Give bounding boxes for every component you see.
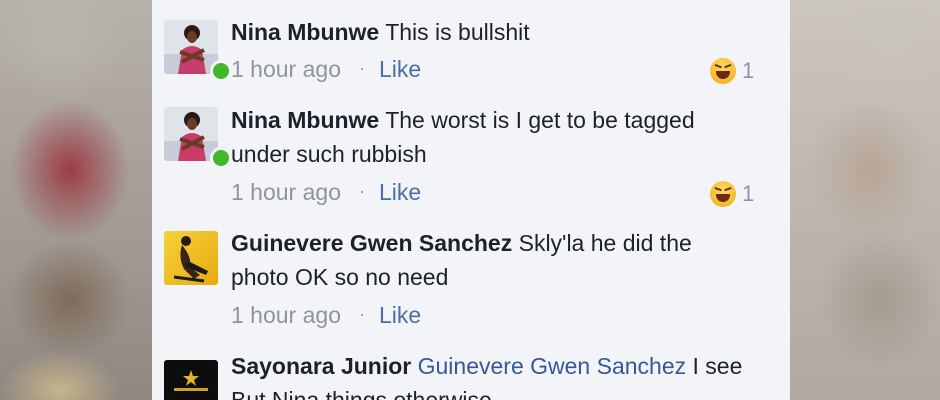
meta-separator: · [358,181,365,201]
mention-link[interactable]: Guinevere Gwen Sanchez [418,353,687,379]
comment-body: Nina Mbunwe This is bullshit [231,15,751,49]
comment-meta: 1 hour ago · Like [231,179,421,206]
comment-timestamp[interactable]: 1 hour ago [231,56,341,82]
avatar-image [164,231,218,285]
reaction-summary[interactable]: 1 [710,57,754,87]
online-status-dot [210,147,232,169]
avatar-image [164,360,218,400]
like-button[interactable]: Like [379,179,421,205]
blurred-background-left [0,0,152,400]
comment-meta: 1 hour ago · Like [231,302,421,329]
meta-separator: · [358,58,365,78]
meta-separator: · [358,304,365,324]
avatar[interactable] [164,360,218,400]
avatar[interactable] [164,231,218,285]
comment-author[interactable]: Nina Mbunwe [231,19,379,45]
reaction-summary[interactable]: 1 [710,180,754,210]
reaction-count: 1 [742,181,755,207]
avatar[interactable] [164,107,232,169]
online-status-dot [210,60,232,82]
comment-timestamp[interactable]: 1 hour ago [231,179,341,205]
comment-body: Sayonara Junior Guinevere Gwen Sanchez I… [231,349,751,400]
comment-body: Nina Mbunwe The worst is I get to be tag… [231,103,751,171]
laughing-emoji-icon [710,58,736,85]
comment-author[interactable]: Guinevere Gwen Sanchez [231,230,512,256]
comment-body: Guinevere Gwen Sanchez Skly'la he did th… [231,226,751,294]
like-button[interactable]: Like [379,56,421,82]
like-button[interactable]: Like [379,302,421,328]
blurred-background-right [790,0,940,400]
comment-author[interactable]: Sayonara Junior [231,353,411,379]
reaction-count: 1 [742,58,755,84]
comment-timestamp[interactable]: 1 hour ago [231,302,341,328]
avatar[interactable] [164,20,232,82]
laughing-emoji-icon [710,181,736,208]
comment-meta: 1 hour ago · Like [231,56,421,83]
comment-author[interactable]: Nina Mbunwe [231,107,379,133]
comment-text: This is bullshit [385,19,530,45]
comments-panel: Nina Mbunwe This is bullshit 1 hour ago ·… [152,0,790,400]
